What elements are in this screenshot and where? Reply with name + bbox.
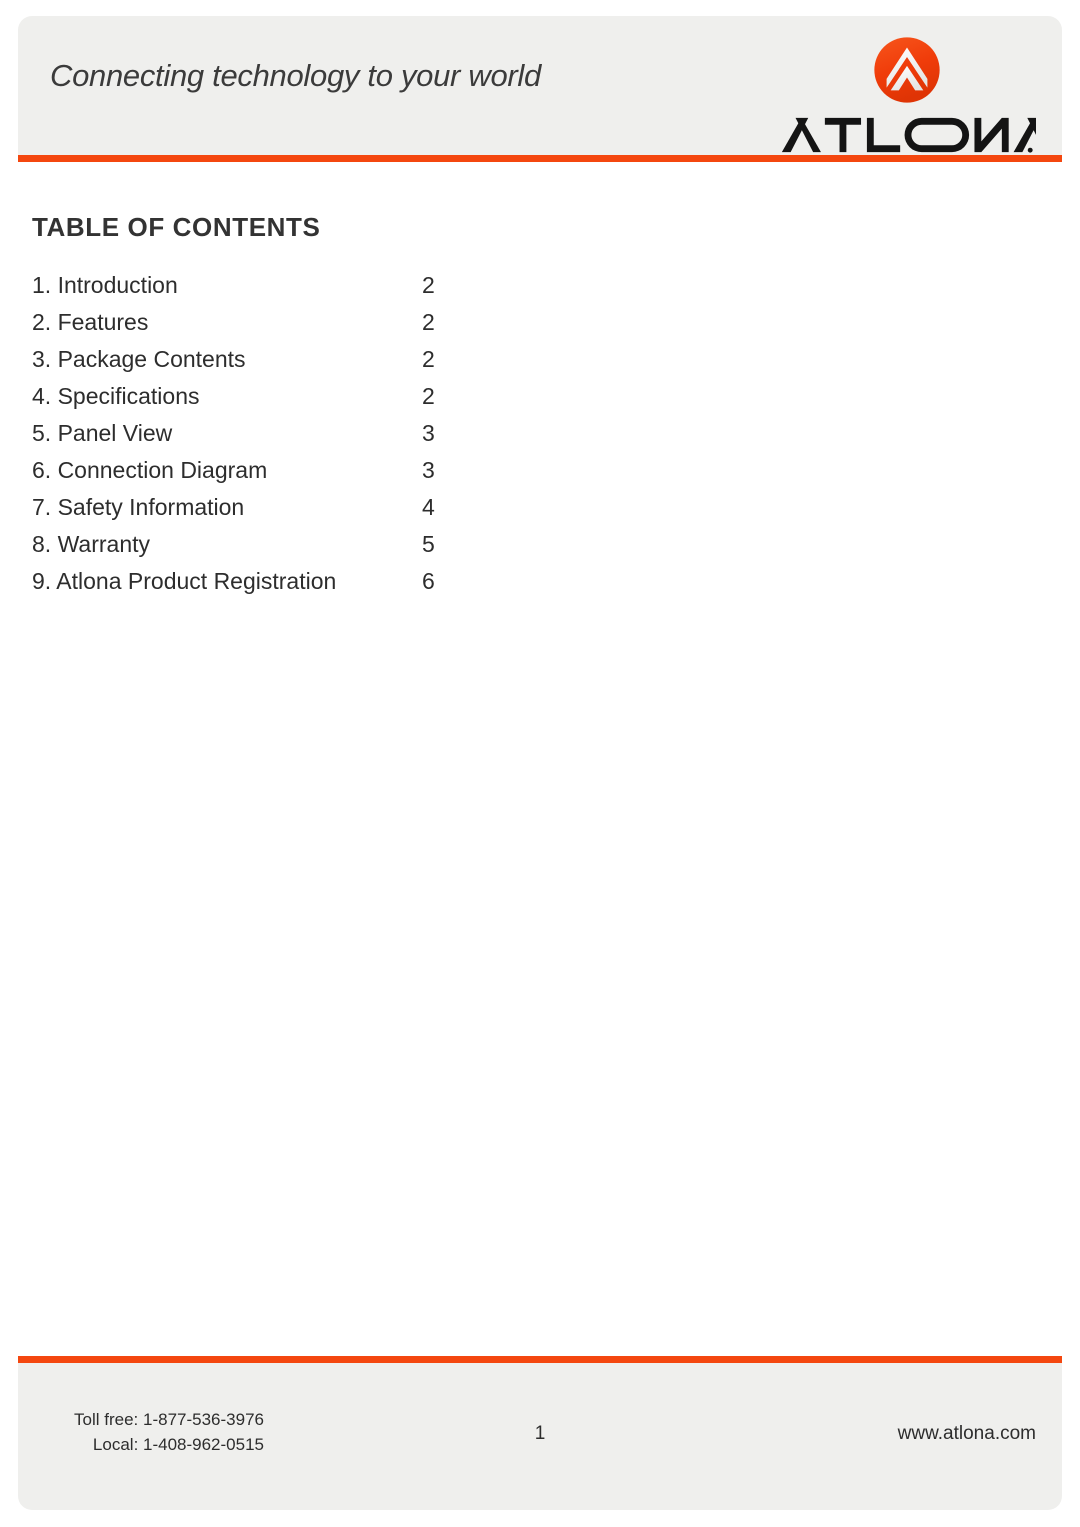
page-header-band: Connecting technology to your world: [18, 16, 1062, 155]
toc-entry-warranty[interactable]: 8. Warranty 5: [32, 531, 492, 568]
toc-entry-label: 7. Safety Information: [32, 494, 245, 520]
toc-entry-panel-view[interactable]: 5. Panel View 3: [32, 420, 492, 457]
footer-accent-rule: [18, 1356, 1062, 1363]
toc-entry-page: 5: [422, 531, 435, 557]
toc-entry-page: 4: [422, 494, 435, 520]
toc-entry-page: 3: [422, 457, 435, 483]
page-title: TABLE OF CONTENTS: [32, 212, 321, 242]
atlona-logo: [772, 36, 1042, 168]
toc-entry-page: 2: [422, 383, 435, 409]
toc-entry-atlona-product-registration[interactable]: 9. Atlona Product Registration 6: [32, 568, 492, 605]
header-accent-rule: [18, 155, 1062, 162]
toc-entry-connection-diagram[interactable]: 6. Connection Diagram 3: [32, 457, 492, 494]
atlona-wordmark: [781, 117, 1036, 153]
toc-entry-features[interactable]: 2. Features 2: [32, 309, 492, 346]
toc-entry-label: 5. Panel View: [32, 420, 173, 446]
toc-entry-label: 8. Warranty: [32, 531, 151, 557]
toc-entry-introduction[interactable]: 1. Introduction 2: [32, 272, 492, 309]
toc-entry-page: 3: [422, 420, 435, 446]
toc-entry-page: 2: [422, 346, 435, 372]
toc-entry-page: 2: [422, 272, 435, 298]
toc-entry-label: 9. Atlona Product Registration: [32, 568, 337, 594]
atlona-chevron-logo-icon: [874, 37, 940, 103]
footer-website-link[interactable]: www.atlona.com: [898, 1423, 1036, 1445]
toc-entry-page: 2: [422, 309, 435, 335]
toc-entry-label: 1. Introduction: [32, 272, 178, 298]
toc-entry-package-contents[interactable]: 3. Package Contents 2: [32, 346, 492, 383]
table-of-contents-list: 1. Introduction 2 2. Features 2 3. Packa…: [32, 272, 492, 605]
toc-entry-label: 2. Features: [32, 309, 149, 335]
toc-entry-label: 3. Package Contents: [32, 346, 246, 372]
toc-entry-page: 6: [422, 568, 435, 594]
header-tagline: Connecting technology to your world: [50, 58, 541, 93]
toc-entry-specifications[interactable]: 4. Specifications 2: [32, 383, 492, 420]
toc-entry-label: 4. Specifications: [32, 383, 200, 409]
page-content: TABLE OF CONTENTS 1. Introduction 2 2. F…: [0, 162, 1080, 1352]
page-footer-band: Toll free: 1-877-536-3976 Local: 1-408-9…: [18, 1363, 1062, 1510]
toc-entry-safety-information[interactable]: 7. Safety Information 4: [32, 494, 492, 531]
toc-entry-label: 6. Connection Diagram: [32, 457, 268, 483]
